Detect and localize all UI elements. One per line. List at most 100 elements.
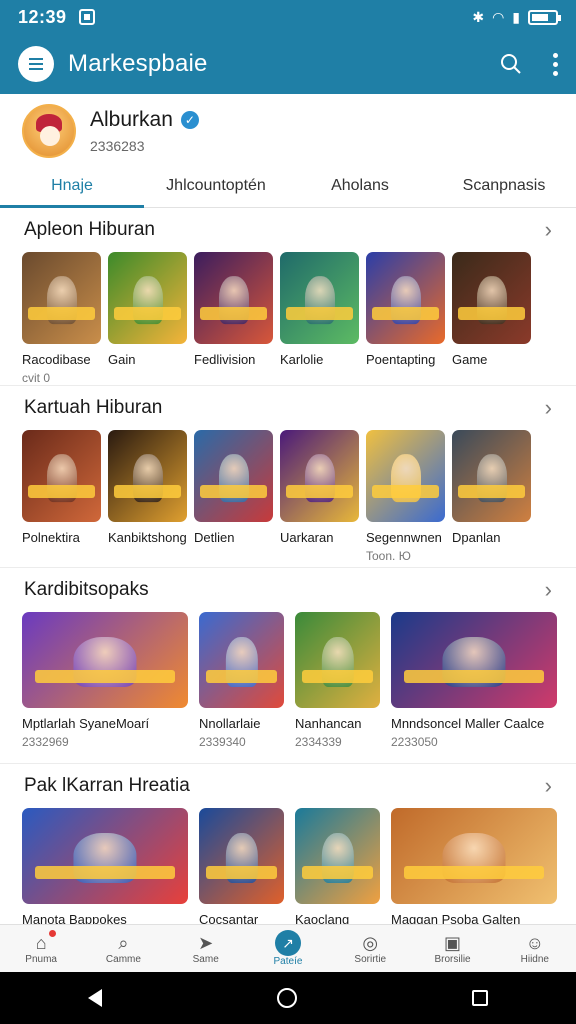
- profile-icon: ☺: [525, 932, 545, 953]
- game-thumbnail[interactable]: [391, 808, 557, 904]
- game-thumbnail[interactable]: [391, 612, 557, 708]
- app-tile[interactable]: Karlolie: [280, 252, 359, 385]
- game-thumbnail[interactable]: [452, 430, 531, 522]
- tab-community[interactable]: Jhlcountoptén: [144, 164, 288, 207]
- status-bar: 12:39 ✱ ◠ ▮: [0, 0, 576, 34]
- recents-icon[interactable]: [472, 990, 489, 1006]
- game-thumbnail[interactable]: [366, 430, 445, 522]
- notification-icon: [78, 9, 95, 25]
- app-tile[interactable]: Segennwnen Toon. Ю: [366, 430, 445, 563]
- tab-label: Hnaje: [51, 176, 93, 194]
- game-thumbnail[interactable]: [280, 430, 359, 522]
- game-thumbnail[interactable]: [22, 808, 188, 904]
- tile-label: Racodibase: [22, 352, 91, 367]
- game-thumbnail[interactable]: [108, 430, 187, 522]
- game-thumbnail[interactable]: [22, 612, 188, 708]
- title-banner-art: [205, 669, 278, 684]
- app-tile[interactable]: Mnndsoncel Maller Caalce 2233050: [391, 612, 557, 749]
- game-thumbnail[interactable]: [194, 252, 273, 344]
- tile-label: Fedlivision: [194, 352, 256, 367]
- title-banner-art: [28, 485, 95, 499]
- back-icon[interactable]: [87, 989, 102, 1007]
- notification-dot: [49, 930, 57, 937]
- nav-item[interactable]: ➤ Same: [165, 925, 247, 972]
- nav-item[interactable]: ↗ Pateíe: [247, 925, 329, 972]
- app-tile[interactable]: Mptlarlah SyaneMoarí 2332969: [22, 612, 188, 749]
- game-thumbnail[interactable]: [452, 252, 531, 344]
- tile-label: Game: [452, 352, 488, 367]
- game-thumbnail[interactable]: [199, 612, 284, 708]
- title-banner-art: [301, 865, 374, 880]
- tile-label: Poentapting: [366, 352, 436, 367]
- nav-item[interactable]: ☺ Hiidne: [494, 925, 576, 972]
- nav-item[interactable]: ⌕ Camme: [82, 925, 164, 972]
- nav-item[interactable]: ⌂ Pnuma: [0, 925, 82, 972]
- game-thumbnail[interactable]: [295, 808, 380, 904]
- chevron-right-icon[interactable]: ›: [545, 773, 552, 799]
- tile-label: Kanbiktshong: [108, 530, 187, 545]
- chevron-right-icon[interactable]: ›: [545, 217, 552, 243]
- tile-label: Nnollarlaie: [199, 716, 261, 731]
- tile-row: Racodibase cvit 0 Gain Fedlivision Karlolie P…: [0, 252, 576, 385]
- section: Kardibitsopaks › Mptlarlah SyaneMoarí 23329…: [0, 568, 576, 764]
- chevron-right-icon[interactable]: ›: [545, 395, 552, 421]
- section-header[interactable]: Apleon Hiburan ›: [0, 208, 576, 252]
- title-banner-art: [114, 307, 181, 321]
- game-thumbnail[interactable]: [22, 252, 101, 344]
- nav-item[interactable]: ▣ Brorsilie: [411, 925, 493, 972]
- tab-charts[interactable]: Aholans: [288, 164, 432, 207]
- app-tile[interactable]: Manota Bappokes: [22, 808, 188, 924]
- app-tile[interactable]: Nnollarlaie 2339340: [199, 612, 284, 749]
- chevron-right-icon[interactable]: ›: [545, 577, 552, 603]
- section-title: Kartuah Hiburan: [24, 397, 163, 418]
- game-thumbnail[interactable]: [22, 430, 101, 522]
- menu-button[interactable]: [18, 46, 54, 82]
- app-tile[interactable]: Racodibase cvit 0: [22, 252, 101, 385]
- game-thumbnail[interactable]: [366, 252, 445, 344]
- section-header[interactable]: Pak lKarran Hreatia ›: [0, 764, 576, 808]
- app-tile[interactable]: Dpanlan: [452, 430, 531, 563]
- app-tile[interactable]: Maggan Psoba Galten: [391, 808, 557, 924]
- app-tile[interactable]: Kanbiktshong: [108, 430, 187, 563]
- status-time: 12:39: [18, 6, 67, 27]
- app-tile[interactable]: Gain: [108, 252, 187, 385]
- app-tile[interactable]: Detlien: [194, 430, 273, 563]
- app-title: Markespbaie: [68, 50, 208, 77]
- game-thumbnail[interactable]: [108, 252, 187, 344]
- tile-label: Maggan Psoba Galten: [391, 912, 521, 924]
- app-tile[interactable]: Poentapting: [366, 252, 445, 385]
- app-tile[interactable]: Fedlivision: [194, 252, 273, 385]
- avatar[interactable]: [22, 104, 76, 158]
- app-tile[interactable]: Cocsantar: [199, 808, 284, 924]
- tile-label: Segennwnen: [366, 530, 442, 545]
- game-thumbnail[interactable]: [194, 430, 273, 522]
- game-thumbnail[interactable]: [280, 252, 359, 344]
- app-tile[interactable]: Uarkaran: [280, 430, 359, 563]
- tile-label: Kaoclang: [295, 912, 350, 924]
- more-options-icon[interactable]: [553, 52, 558, 76]
- tile-label: Polnektira: [22, 530, 80, 545]
- bottom-navigation: ⌂ Pnuma ⌕ Camme ➤ Same ↗ Pateíe ◎ Sorirtie ▣ Brorsi…: [0, 924, 576, 972]
- section-header[interactable]: Kardibitsopaks ›: [0, 568, 576, 612]
- tab-bar: Hnaje Jhlcountoptén Aholans Scanpnasis: [0, 164, 576, 208]
- tab-home[interactable]: Hnaje: [0, 164, 144, 208]
- app-tile[interactable]: Nanhancan 2334339: [295, 612, 380, 749]
- search-icon[interactable]: [499, 52, 523, 76]
- game-thumbnail[interactable]: [295, 612, 380, 708]
- section-header[interactable]: Kartuah Hiburan ›: [0, 386, 576, 430]
- game-thumbnail[interactable]: [199, 808, 284, 904]
- app-tile[interactable]: Game: [452, 252, 531, 385]
- hamburger-icon: [29, 63, 43, 65]
- section-title: Kardibitsopaks: [24, 579, 149, 600]
- tab-categories[interactable]: Scanpnasis: [432, 164, 576, 207]
- home-circle-icon[interactable]: [276, 988, 297, 1008]
- tile-subtext: 2339340: [199, 735, 246, 749]
- profile-header[interactable]: Alburkan ✓ 2336283: [22, 104, 199, 158]
- send-icon: ➤: [198, 932, 214, 953]
- app-tile[interactable]: Polnektira: [22, 430, 101, 563]
- title-banner-art: [286, 485, 353, 499]
- app-bar: Markespbaie: [0, 34, 576, 94]
- signal-icon: ▮: [512, 8, 520, 25]
- app-tile[interactable]: Kaoclang: [295, 808, 380, 924]
- nav-item[interactable]: ◎ Sorirtie: [329, 925, 411, 972]
